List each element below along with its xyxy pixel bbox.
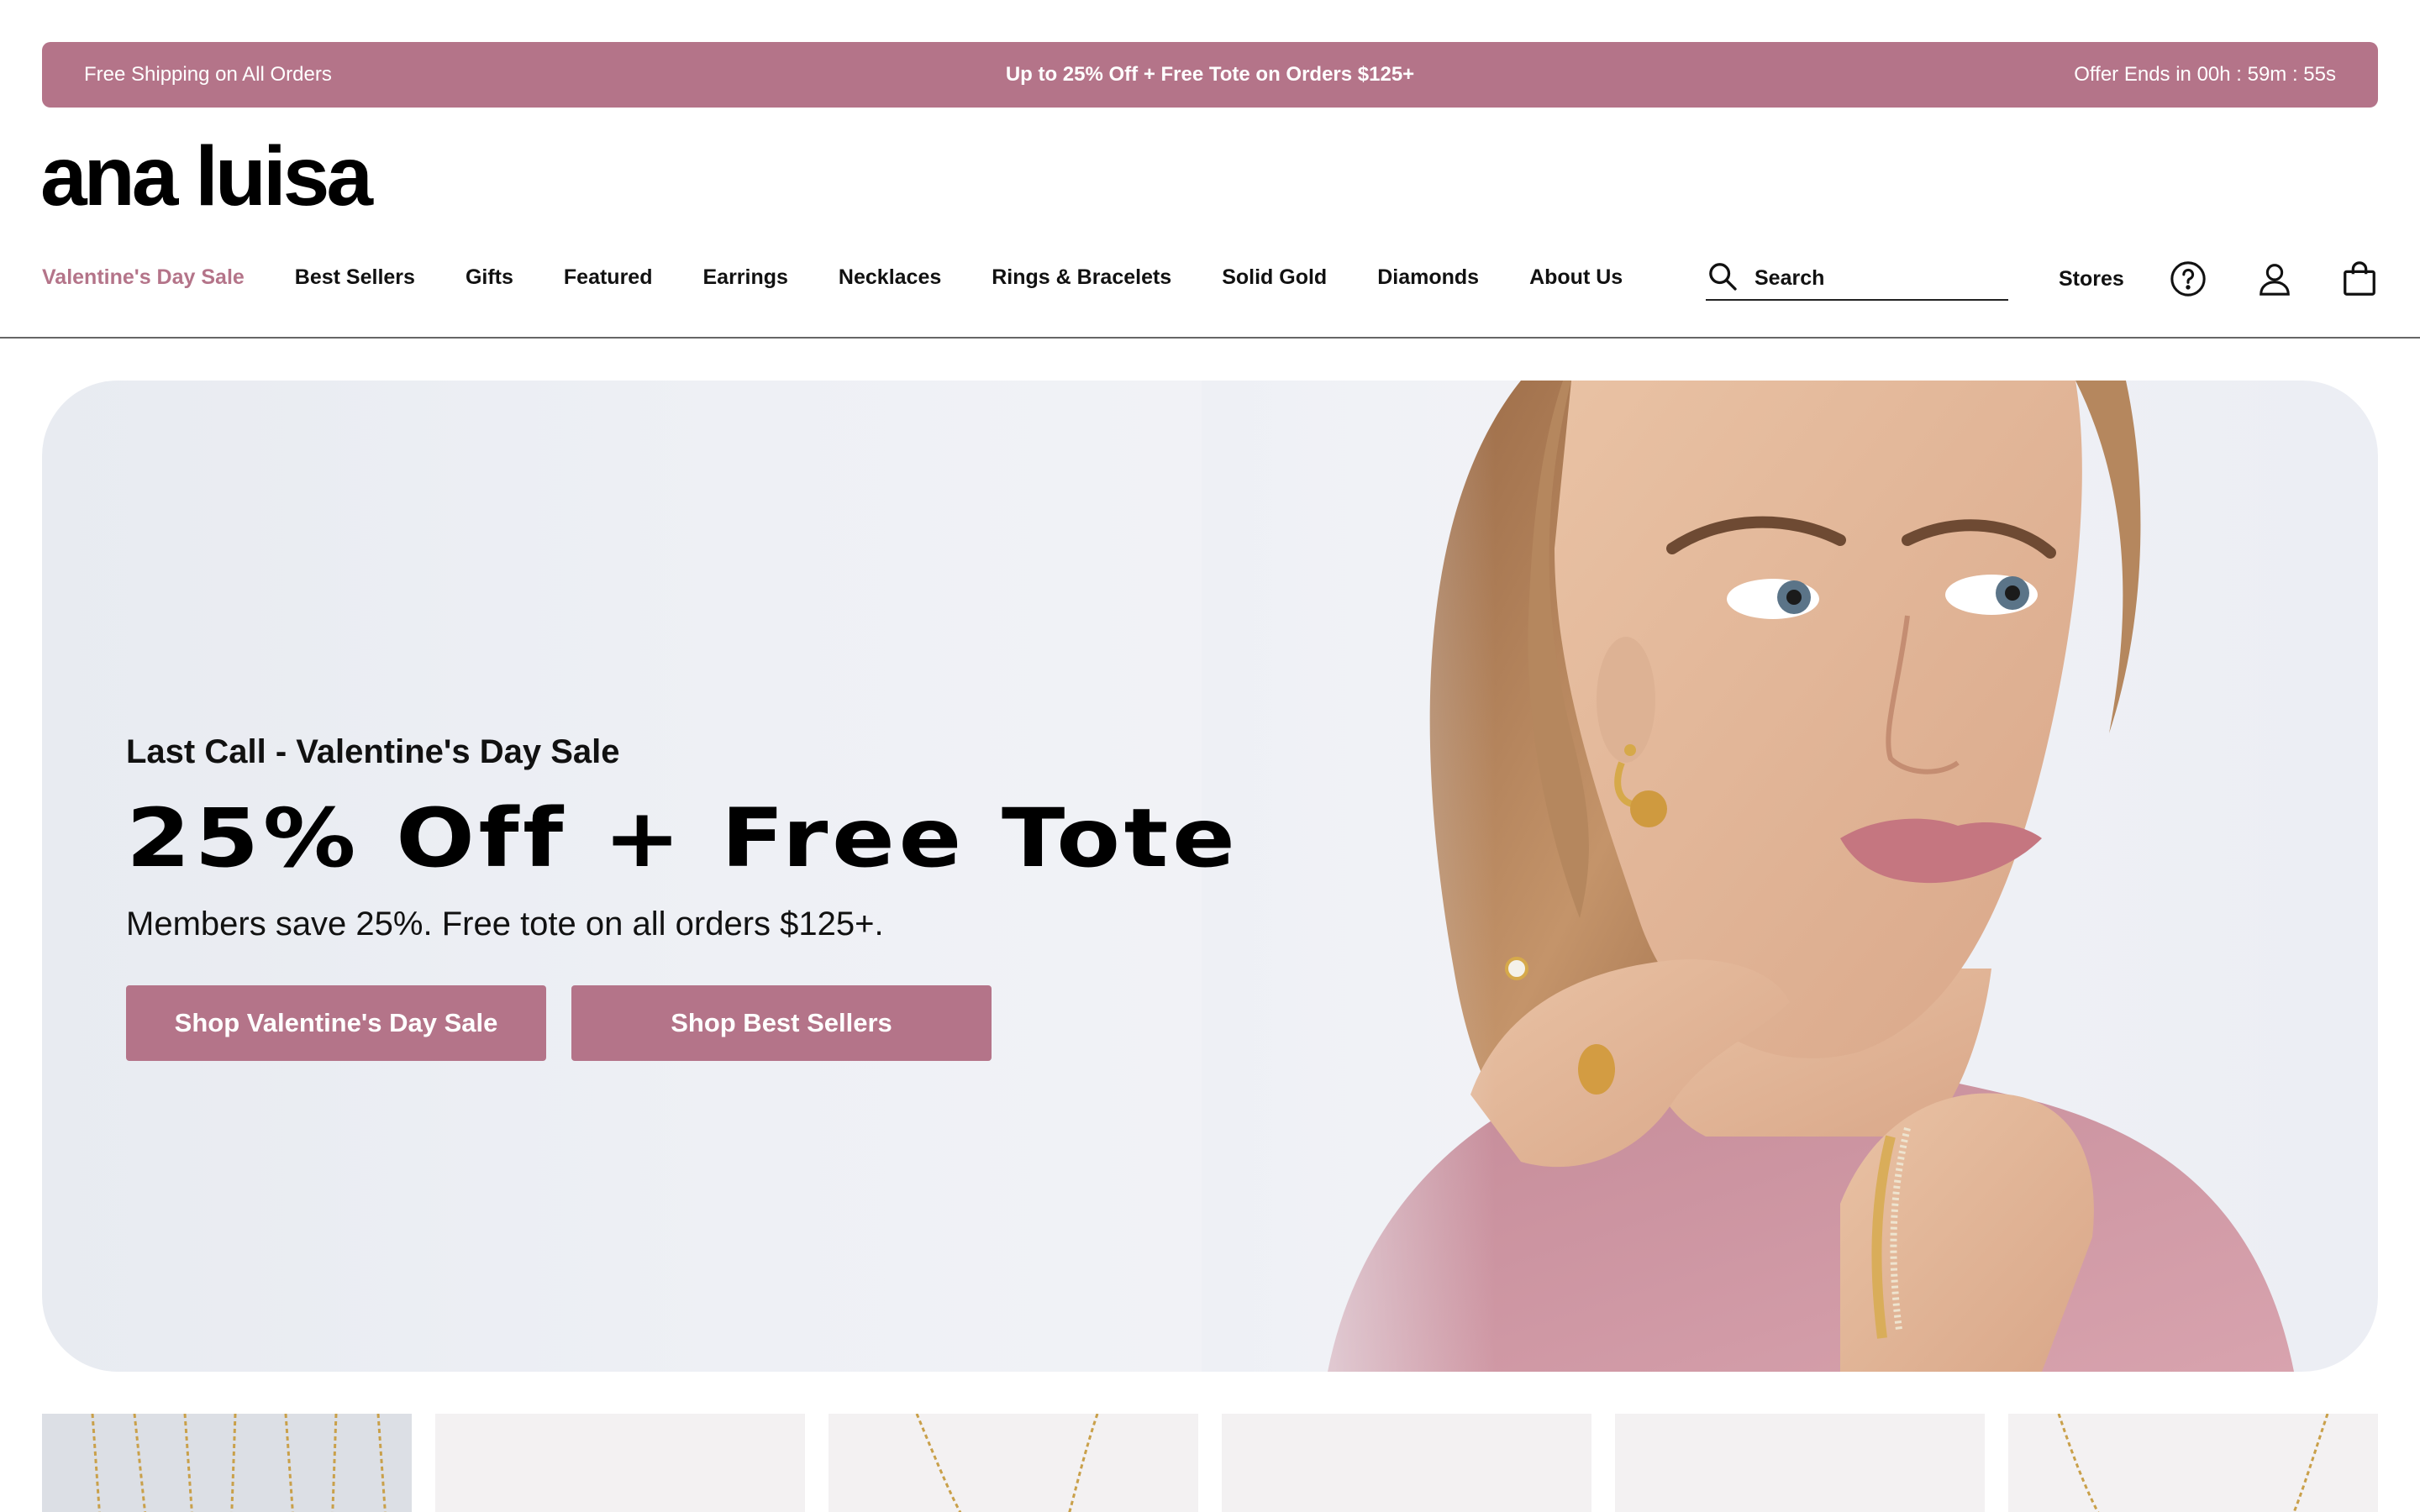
hero-title: 25% Off + Free Tote	[126, 791, 1239, 885]
help-icon[interactable]	[2168, 259, 2208, 299]
product-tile[interactable]	[2008, 1414, 2378, 1512]
main-nav: Valentine's Day Sale Best Sellers Gifts …	[42, 260, 1673, 294]
promo-bar: Free Shipping on All Orders Up to 25% Of…	[42, 42, 2378, 108]
hero-banner: Last Call - Valentine's Day Sale 25% Off…	[42, 381, 2378, 1372]
nav-item-necklaces[interactable]: Necklaces	[839, 265, 941, 290]
hero-text-block: Last Call - Valentine's Day Sale 25% Off…	[126, 733, 1235, 1061]
nav-item-about-us[interactable]: About Us	[1529, 265, 1623, 290]
hero-subtitle: Members save 25%. Free tote on all order…	[126, 906, 884, 942]
product-tile[interactable]	[1222, 1414, 1591, 1512]
shop-best-sellers-button[interactable]: Shop Best Sellers	[571, 985, 992, 1061]
free-shipping-text: Free Shipping on All Orders	[84, 63, 332, 86]
nav-item-rings-bracelets[interactable]: Rings & Bracelets	[992, 265, 1171, 290]
product-tile[interactable]	[829, 1414, 1198, 1512]
nav-item-valentines-day-sale[interactable]: Valentine's Day Sale	[42, 265, 245, 290]
product-tile[interactable]	[1615, 1414, 1985, 1512]
search-input[interactable]	[1754, 265, 1998, 291]
product-tile[interactable]	[42, 1414, 412, 1512]
nav-item-diamonds[interactable]: Diamonds	[1377, 265, 1479, 290]
stores-link[interactable]: Stores	[2059, 267, 2124, 291]
promo-offer-text[interactable]: Up to 25% Off + Free Tote on Orders $125…	[42, 63, 2378, 87]
account-icon[interactable]	[2254, 259, 2295, 299]
brand-logo[interactable]: ana luisa	[40, 134, 373, 218]
nav-item-gifts[interactable]: Gifts	[466, 265, 513, 290]
bag-icon[interactable]	[2339, 259, 2380, 299]
hero-model-photo	[1202, 381, 2378, 1372]
nav-item-best-sellers[interactable]: Best Sellers	[295, 265, 415, 290]
search-icon[interactable]	[1706, 260, 1739, 297]
shop-valentines-day-sale-button[interactable]: Shop Valentine's Day Sale	[126, 985, 546, 1061]
necklace-image	[915, 1414, 1099, 1512]
search-bar[interactable]	[1706, 257, 2008, 301]
nav-item-solid-gold[interactable]: Solid Gold	[1222, 265, 1327, 290]
offer-countdown: Offer Ends in 00h : 59m : 55s	[2074, 63, 2336, 86]
product-tiles-row	[42, 1414, 2378, 1512]
header-divider	[0, 337, 2420, 339]
nav-item-earrings[interactable]: Earrings	[702, 265, 787, 290]
necklace-image	[2057, 1414, 2329, 1512]
hero-eyebrow: Last Call - Valentine's Day Sale	[126, 733, 620, 770]
necklace-image	[91, 1414, 387, 1512]
nav-item-featured[interactable]: Featured	[564, 265, 653, 290]
product-tile[interactable]	[435, 1414, 805, 1512]
hero-buttons: Shop Valentine's Day Sale Shop Best Sell…	[126, 985, 1094, 1061]
